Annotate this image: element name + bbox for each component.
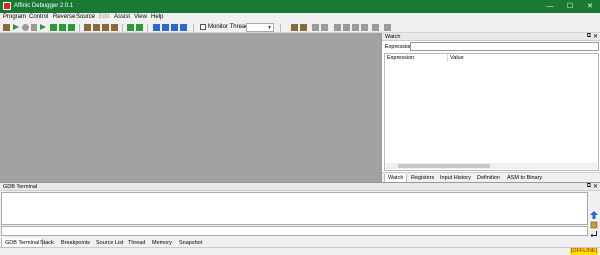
menu-control[interactable]: Control — [29, 14, 48, 20]
thread-combo[interactable]: ▼ — [246, 23, 274, 32]
enter-icon[interactable] — [590, 230, 598, 238]
back-disabled-icon[interactable] — [334, 24, 341, 31]
fullscreen-icon[interactable] — [171, 24, 178, 31]
toolbar-separator — [122, 24, 123, 32]
breakpoint-icon[interactable] — [84, 24, 91, 31]
tab-source-list[interactable]: Source List — [93, 238, 127, 248]
restart-icon[interactable] — [22, 24, 29, 31]
step-into-icon[interactable] — [59, 24, 66, 31]
source-editor-area[interactable] — [0, 33, 381, 182]
close-button[interactable]: ✕ — [580, 0, 600, 13]
status-bar: [OFFLINE] — [0, 248, 600, 255]
tab-breakpoints[interactable]: Breakpoints — [58, 238, 93, 248]
gdb-output-area[interactable] — [1, 192, 588, 225]
watch-panel-title: Watch — [385, 34, 401, 40]
step-out-icon[interactable] — [68, 24, 75, 31]
load-snapshot-icon[interactable] — [300, 24, 307, 31]
tab-stack[interactable]: Stack — [37, 238, 57, 248]
add-icon[interactable] — [384, 24, 391, 31]
close-panel-icon[interactable]: ✕ — [593, 183, 598, 190]
previous-icon[interactable] — [321, 24, 328, 31]
reverse-next-icon[interactable] — [136, 24, 143, 31]
tab-snapshot[interactable]: Snapshot — [176, 238, 205, 248]
maximize-button[interactable]: ☐ — [560, 0, 580, 13]
column-header-expression[interactable]: Expression — [387, 55, 414, 61]
chevron-down-icon: ▼ — [267, 25, 272, 31]
menu-bar: Program Control Reverse Source Edit Assi… — [0, 13, 600, 22]
monitor-threads-checkbox[interactable] — [200, 24, 206, 30]
float-panel-icon[interactable]: ⧉ — [587, 183, 591, 190]
toolbar-separator — [147, 24, 148, 32]
scrollbar-thumb[interactable] — [398, 164, 490, 168]
toolbar-separator — [79, 24, 80, 32]
run-icon[interactable] — [13, 24, 19, 30]
clear-terminal-icon[interactable] — [590, 221, 598, 229]
watch-table: Expression Value — [384, 53, 599, 171]
watch-panel: Watch ⧉ ✕ Expression: Expression Value W… — [381, 33, 600, 183]
menu-view[interactable]: View — [134, 14, 147, 20]
menu-source[interactable]: Source — [76, 14, 95, 20]
save-snapshot-icon[interactable] — [291, 24, 298, 31]
title-bar: Affinic Debugger 2.0.1 — ☐ ✕ — [0, 0, 600, 13]
float-panel-icon[interactable]: ⧉ — [587, 33, 591, 40]
expression-input[interactable] — [410, 42, 599, 51]
bottom-tab-strip: GDB Terminal Stack Breakpoints Source Li… — [0, 238, 600, 248]
gdb-command-input[interactable] — [1, 226, 588, 236]
toolbar-separator — [280, 24, 281, 32]
arrow-up-icon[interactable] — [590, 211, 598, 219]
watch-panel-header: Watch ⧉ ✕ — [382, 33, 600, 41]
gdb-panel-header: GDB Terminal ⧉ ✕ — [0, 183, 600, 191]
up-disabled-icon[interactable] — [343, 24, 350, 31]
tab-memory[interactable]: Memory — [149, 238, 175, 248]
menu-help[interactable]: Help — [151, 14, 163, 20]
toolbar-separator — [193, 24, 194, 32]
goto-icon[interactable] — [180, 24, 187, 31]
column-divider — [447, 54, 448, 62]
gdb-terminal-panel: GDB Terminal ⧉ ✕ — [0, 182, 600, 238]
watch-tab-strip: Watch Registers Input History Definition… — [382, 172, 600, 183]
forward-arrow-icon[interactable] — [162, 24, 169, 31]
menu-assist[interactable]: Assist — [114, 14, 130, 20]
menu-reverse[interactable]: Reverse — [53, 14, 75, 20]
menu-edit[interactable]: Edit — [99, 14, 109, 20]
continue-icon[interactable] — [40, 24, 46, 30]
connection-status-badge: [OFFLINE] — [569, 248, 598, 255]
catchpoint-icon[interactable] — [102, 24, 109, 31]
pause-icon[interactable] — [31, 24, 37, 31]
forward-disabled-icon[interactable] — [361, 24, 368, 31]
minimize-button[interactable]: — — [540, 0, 560, 13]
open-program-icon[interactable] — [3, 24, 10, 31]
column-header-value[interactable]: Value — [450, 55, 464, 61]
watchpoint-icon[interactable] — [93, 24, 100, 31]
down-disabled-icon[interactable] — [352, 24, 359, 31]
first-icon[interactable] — [312, 24, 319, 31]
back-arrow-icon[interactable] — [153, 24, 160, 31]
toolbar: Monitor Threads: ▼ — [0, 22, 600, 33]
tab-thread[interactable]: Thread — [125, 238, 148, 248]
reverse-step-icon[interactable] — [127, 24, 134, 31]
close-panel-icon[interactable]: ✕ — [593, 33, 598, 40]
step-over-icon[interactable] — [50, 24, 57, 31]
app-icon — [3, 2, 11, 10]
next-disabled-icon[interactable] — [372, 24, 379, 31]
horizontal-scrollbar[interactable] — [386, 163, 597, 169]
window-title: Affinic Debugger 2.0.1 — [14, 3, 74, 9]
menu-program[interactable]: Program — [3, 14, 26, 20]
tracepoint-icon[interactable] — [111, 24, 118, 31]
gdb-panel-title: GDB Terminal — [3, 184, 38, 190]
